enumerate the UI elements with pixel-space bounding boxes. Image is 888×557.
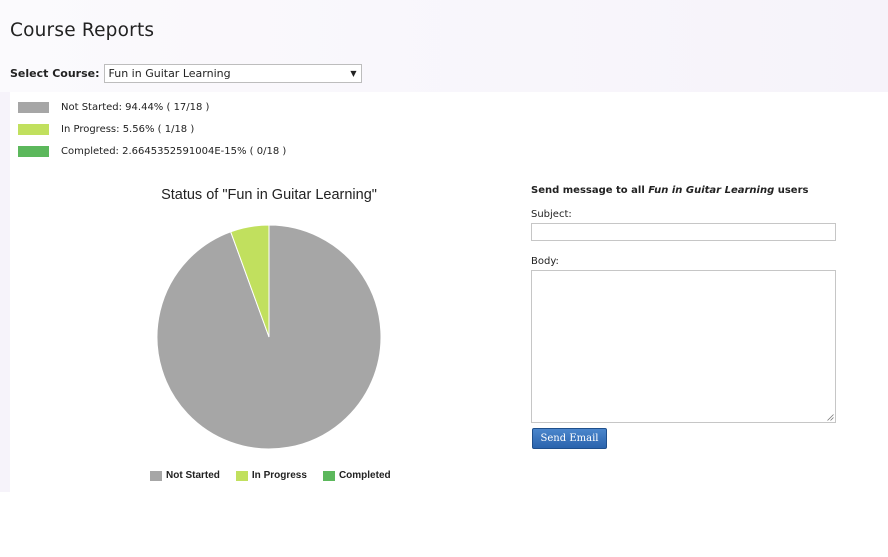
stat-not-started: Not Started: 94.44% ( 17/18 ) <box>18 101 209 113</box>
chart-legend-item-not-started: Not Started <box>150 470 220 481</box>
legend-swatch-completed <box>322 470 335 481</box>
page-title: Course Reports <box>10 20 155 41</box>
stat-completed: Completed: 2.6645352591004E-15% ( 0/18 ) <box>18 145 286 157</box>
stat-text-not-started: Not Started: 94.44% ( 17/18 ) <box>61 101 210 113</box>
legend-label-not-started: Not Started <box>166 470 220 481</box>
course-select-label: Select Course: <box>10 66 100 80</box>
legend-swatch-not-started <box>150 470 162 481</box>
chart-title: Status of "Fun in Guitar Learning" <box>161 187 377 203</box>
message-heading-prefix: Send message to all <box>531 185 649 196</box>
chevron-down-icon: ▼ <box>350 68 357 78</box>
stat-swatch-not-started <box>18 101 49 113</box>
chart-legend-item-completed: Completed <box>322 470 391 481</box>
stat-text-completed: Completed: 2.6645352591004E-15% ( 0/18 ) <box>61 145 287 157</box>
stat-text-in-progress: In Progress: 5.56% ( 1/18 ) <box>61 123 195 135</box>
legend-label-completed: Completed <box>338 470 391 481</box>
legend-swatch-in-progress <box>235 470 248 481</box>
course-select-value: Fun in Guitar Learning <box>108 66 231 80</box>
panel-left-gutter <box>0 92 10 492</box>
stat-in-progress: In Progress: 5.56% ( 1/18 ) <box>18 123 194 135</box>
stat-swatch-in-progress <box>18 123 49 135</box>
subject-input[interactable] <box>531 223 836 241</box>
chart-legend-item-in-progress: In Progress <box>235 470 307 481</box>
course-select-row: Select Course: Fun in Guitar Learning ▼ <box>10 63 362 83</box>
message-heading-suffix: users <box>774 185 809 196</box>
message-heading: Send message to all Fun in Guitar Learni… <box>531 185 808 196</box>
chart-legend: Not Started In Progress Completed <box>150 470 407 481</box>
body-label: Body: <box>531 256 559 267</box>
send-email-button[interactable]: Send Email <box>532 428 607 449</box>
status-pie-chart <box>156 224 382 450</box>
stat-swatch-completed <box>18 145 49 157</box>
subject-label: Subject: <box>531 209 572 220</box>
course-select[interactable]: Fun in Guitar Learning ▼ <box>103 63 362 83</box>
message-heading-course: Fun in Guitar Learning <box>648 185 775 196</box>
resize-grip-icon[interactable] <box>827 414 834 421</box>
legend-label-in-progress: In Progress <box>251 470 307 481</box>
body-textarea[interactable] <box>531 270 836 423</box>
